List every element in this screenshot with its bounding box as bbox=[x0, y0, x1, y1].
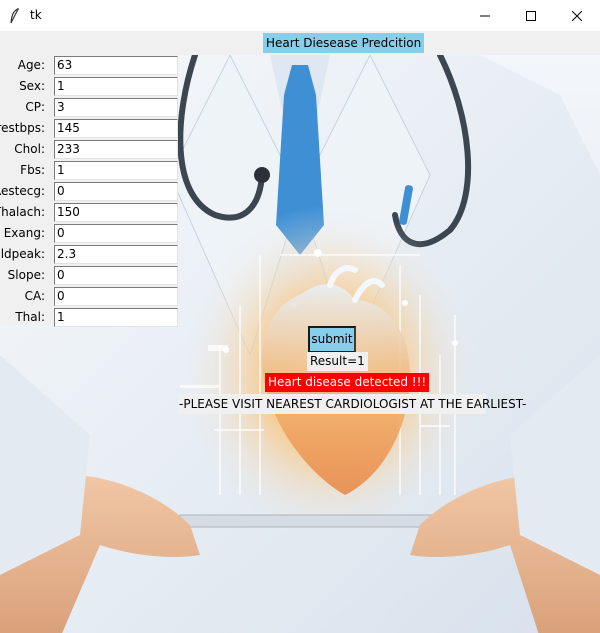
trestbps-input[interactable]: 145 bbox=[54, 119, 178, 138]
fbs-input[interactable]: 1 bbox=[54, 161, 178, 180]
form-row-trestbps: Trestbps: 145 bbox=[0, 118, 178, 139]
form-row-thal: Thal: 1 bbox=[0, 307, 178, 328]
close-icon bbox=[572, 10, 582, 21]
trestbps-label: Trestbps: bbox=[0, 121, 45, 135]
form-row-slope: Slope: 0 bbox=[0, 265, 178, 286]
window-title: tk bbox=[30, 8, 42, 22]
sex-label: Sex: bbox=[19, 79, 45, 93]
ca-label: CA: bbox=[24, 289, 45, 303]
restecg-label: Restecg: bbox=[0, 184, 45, 198]
minimize-icon bbox=[480, 15, 490, 16]
age-input[interactable]: 63 bbox=[54, 56, 178, 75]
oldpeak-input[interactable]: 2.3 bbox=[54, 245, 178, 264]
thal-input[interactable]: 1 bbox=[54, 308, 178, 327]
chol-label: Chol: bbox=[14, 142, 45, 156]
cp-label: CP: bbox=[25, 100, 45, 114]
maximize-button[interactable] bbox=[508, 0, 554, 31]
exang-input[interactable]: 0 bbox=[54, 224, 178, 243]
fbs-label: Fbs: bbox=[20, 163, 45, 177]
cp-input[interactable]: 3 bbox=[54, 98, 178, 117]
maximize-icon bbox=[526, 10, 536, 21]
thalach-input[interactable]: 150 bbox=[54, 203, 178, 222]
thal-label: Thal: bbox=[15, 310, 45, 324]
exang-label: Exang: bbox=[3, 226, 45, 240]
age-label: Age: bbox=[17, 58, 45, 72]
advice-message: -PLEASE VISIT NEAREST CARDIOLOGIST AT TH… bbox=[179, 394, 526, 414]
app-window-body: Heart Diesease Predcition Age: 63 Sex: 1… bbox=[0, 31, 600, 633]
form-row-fbs: Fbs: 1 bbox=[0, 160, 178, 181]
form-row-sex: Sex: 1 bbox=[0, 76, 178, 97]
patient-form: Age: 63 Sex: 1 CP: 3 Trestbps: 145 Chol:… bbox=[0, 55, 178, 328]
title-bar: tk bbox=[0, 0, 600, 31]
restecg-input[interactable]: 0 bbox=[54, 182, 178, 201]
form-row-restecg: Restecg: 0 bbox=[0, 181, 178, 202]
form-row-oldpeak: Oldpeak: 2.3 bbox=[0, 244, 178, 265]
close-button[interactable] bbox=[554, 0, 600, 31]
thalach-label: Thalach: bbox=[0, 205, 45, 219]
tk-feather-icon bbox=[10, 8, 20, 24]
form-row-thalach: Thalach: 150 bbox=[0, 202, 178, 223]
form-row-chol: Chol: 233 bbox=[0, 139, 178, 160]
chol-input[interactable]: 233 bbox=[54, 140, 178, 159]
page-title: Heart Diesease Predcition bbox=[263, 33, 425, 53]
diagnosis-alert: Heart disease detected !!! bbox=[265, 373, 430, 392]
form-row-age: Age: 63 bbox=[0, 55, 178, 76]
result-value: Result=1 bbox=[307, 352, 368, 371]
sex-input[interactable]: 1 bbox=[54, 77, 178, 96]
submit-button[interactable]: submit bbox=[308, 326, 356, 353]
form-row-exang: Exang: 0 bbox=[0, 223, 178, 244]
slope-input[interactable]: 0 bbox=[54, 266, 178, 285]
oldpeak-label: Oldpeak: bbox=[0, 247, 45, 261]
form-row-cp: CP: 3 bbox=[0, 97, 178, 118]
minimize-button[interactable] bbox=[462, 0, 508, 31]
slope-label: Slope: bbox=[7, 268, 45, 282]
ca-input[interactable]: 0 bbox=[54, 287, 178, 306]
form-row-ca: CA: 0 bbox=[0, 286, 178, 307]
